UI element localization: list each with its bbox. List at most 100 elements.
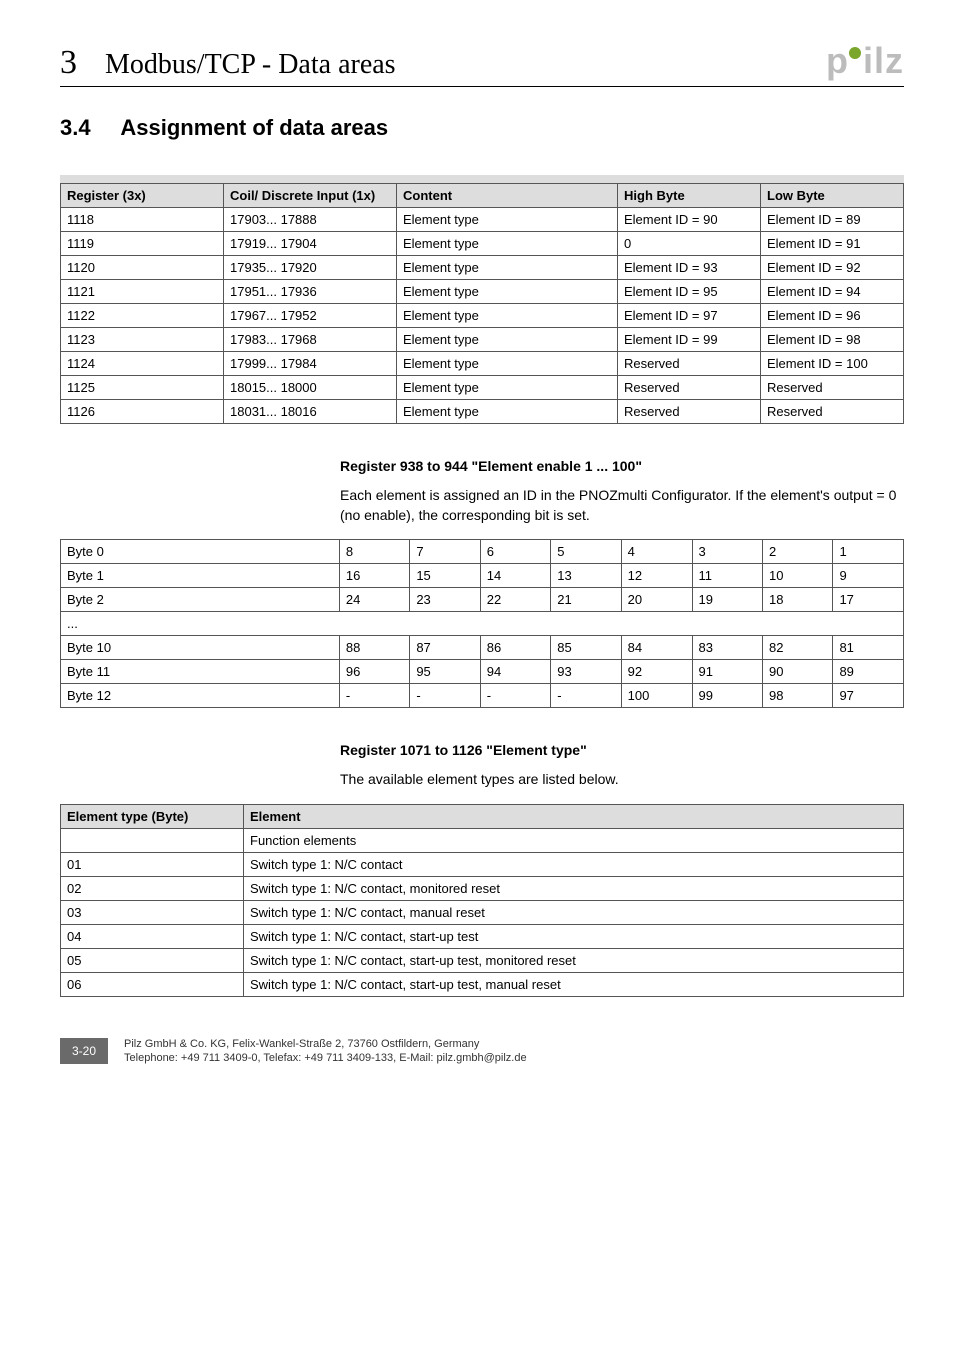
bits-cell: 85 — [551, 636, 621, 660]
bits-cell: 99 — [692, 684, 762, 708]
table-cell: Reserved — [618, 352, 761, 376]
table-row: Function elements — [61, 828, 904, 852]
paragraph-reg1071: The available element types are listed b… — [340, 770, 904, 790]
table-row: 112017935... 17920Element typeElement ID… — [61, 256, 904, 280]
paragraph-reg938: Each element is assigned an ID in the PN… — [340, 486, 904, 525]
element-type-byte: 03 — [61, 900, 244, 924]
table-cell: Element ID = 91 — [761, 232, 904, 256]
table-cell: 18015... 18000 — [224, 376, 397, 400]
table-cell: Element type — [397, 208, 618, 232]
table-cell: Element ID = 90 — [618, 208, 761, 232]
page-footer: 3-20 Pilz GmbH & Co. KG, Felix-Wankel-St… — [60, 1037, 904, 1066]
table-cell: Element ID = 95 — [618, 280, 761, 304]
table-row: Byte 108887868584838281 — [61, 636, 904, 660]
table-cell: Element type — [397, 400, 618, 424]
table-row: ... — [61, 612, 904, 636]
logo-dot-icon — [849, 47, 861, 59]
element-description: Switch type 1: N/C contact, start-up tes… — [244, 972, 904, 996]
bits-cell: 89 — [833, 660, 904, 684]
bits-row-label: Byte 1 — [61, 564, 340, 588]
bits-cell: 88 — [339, 636, 409, 660]
table-cell: Reserved — [761, 376, 904, 400]
bits-cell: 95 — [410, 660, 480, 684]
bits-row-label: Byte 0 — [61, 540, 340, 564]
chapter-number: 3 — [60, 44, 77, 82]
bits-cell: 82 — [762, 636, 832, 660]
table-cell: 1122 — [61, 304, 224, 328]
table-cell: 17999... 17984 — [224, 352, 397, 376]
bits-cell: 100 — [621, 684, 692, 708]
bits-cell: 87 — [410, 636, 480, 660]
table-row: Byte 087654321 — [61, 540, 904, 564]
element-description: Switch type 1: N/C contact, manual reset — [244, 900, 904, 924]
bits-cell: 11 — [692, 564, 762, 588]
th-low-byte: Low Byte — [761, 184, 904, 208]
table-row: 112417999... 17984Element typeReservedEl… — [61, 352, 904, 376]
bits-cell: 86 — [480, 636, 550, 660]
bits-cell: 84 — [621, 636, 692, 660]
bits-cell: 18 — [762, 588, 832, 612]
element-description: Function elements — [244, 828, 904, 852]
table-cell: Element type — [397, 304, 618, 328]
element-description: Switch type 1: N/C contact, start-up tes… — [244, 948, 904, 972]
table-cell: Element type — [397, 376, 618, 400]
table-cell: 1123 — [61, 328, 224, 352]
chapter-title: Modbus/TCP - Data areas — [105, 49, 396, 81]
table-cell: 17951... 17936 — [224, 280, 397, 304]
header-bar: 3 Modbus/TCP - Data areas pilz — [60, 40, 904, 87]
footer-contact: Telephone: +49 711 3409-0, Telefax: +49 … — [124, 1051, 527, 1065]
section-heading: 3.4 Assignment of data areas — [60, 115, 904, 141]
th-content: Content — [397, 184, 618, 208]
element-type-byte: 04 — [61, 924, 244, 948]
bits-row-label: Byte 10 — [61, 636, 340, 660]
footer-address: Pilz GmbH & Co. KG, Felix-Wankel-Straße … — [124, 1037, 527, 1051]
bits-cell: 5 — [551, 540, 621, 564]
table-row: 111917919... 17904Element type0Element I… — [61, 232, 904, 256]
table-row: 112117951... 17936Element typeElement ID… — [61, 280, 904, 304]
page-number: 3-20 — [60, 1038, 108, 1064]
bits-row-label: ... — [61, 612, 904, 636]
table-row: Byte 22423222120191817 — [61, 588, 904, 612]
bits-cell: 16 — [339, 564, 409, 588]
table-row: 112618031... 18016Element typeReservedRe… — [61, 400, 904, 424]
element-type-byte: 06 — [61, 972, 244, 996]
element-description: Switch type 1: N/C contact, start-up tes… — [244, 924, 904, 948]
element-type-table: Element type (Byte) Element Function ele… — [60, 804, 904, 997]
table-row: 111817903... 17888Element typeElement ID… — [61, 208, 904, 232]
table-row: 06Switch type 1: N/C contact, start-up t… — [61, 972, 904, 996]
element-type-byte: 05 — [61, 948, 244, 972]
bits-cell: 93 — [551, 660, 621, 684]
bits-row-label: Byte 12 — [61, 684, 340, 708]
table-cell: 1119 — [61, 232, 224, 256]
table-row: 01Switch type 1: N/C contact — [61, 852, 904, 876]
table-row: Byte 1161514131211109 — [61, 564, 904, 588]
element-type-byte — [61, 828, 244, 852]
bits-cell: 6 — [480, 540, 550, 564]
bits-cell: - — [339, 684, 409, 708]
table-cell: 1124 — [61, 352, 224, 376]
element-description: Switch type 1: N/C contact — [244, 852, 904, 876]
bits-cell: 23 — [410, 588, 480, 612]
table-cell: Element type — [397, 280, 618, 304]
table-cell: Element type — [397, 328, 618, 352]
bits-cell: 83 — [692, 636, 762, 660]
table-row: Byte 119695949392919089 — [61, 660, 904, 684]
bits-cell: 96 — [339, 660, 409, 684]
bits-cell: 10 — [762, 564, 832, 588]
table-cell: Element ID = 97 — [618, 304, 761, 328]
th-register: Register (3x) — [61, 184, 224, 208]
table-cell: Element ID = 96 — [761, 304, 904, 328]
bits-cell: 94 — [480, 660, 550, 684]
bits-cell: 24 — [339, 588, 409, 612]
table-cell: 17935... 17920 — [224, 256, 397, 280]
table-cell: 1126 — [61, 400, 224, 424]
bits-cell: 91 — [692, 660, 762, 684]
table-cell: 1125 — [61, 376, 224, 400]
table-cell: 1121 — [61, 280, 224, 304]
bits-cell: 9 — [833, 564, 904, 588]
table-row: 112317983... 17968Element typeElement ID… — [61, 328, 904, 352]
table-cell: Element ID = 92 — [761, 256, 904, 280]
bits-cell: - — [551, 684, 621, 708]
table-row: 02Switch type 1: N/C contact, monitored … — [61, 876, 904, 900]
table-cell: Reserved — [761, 400, 904, 424]
